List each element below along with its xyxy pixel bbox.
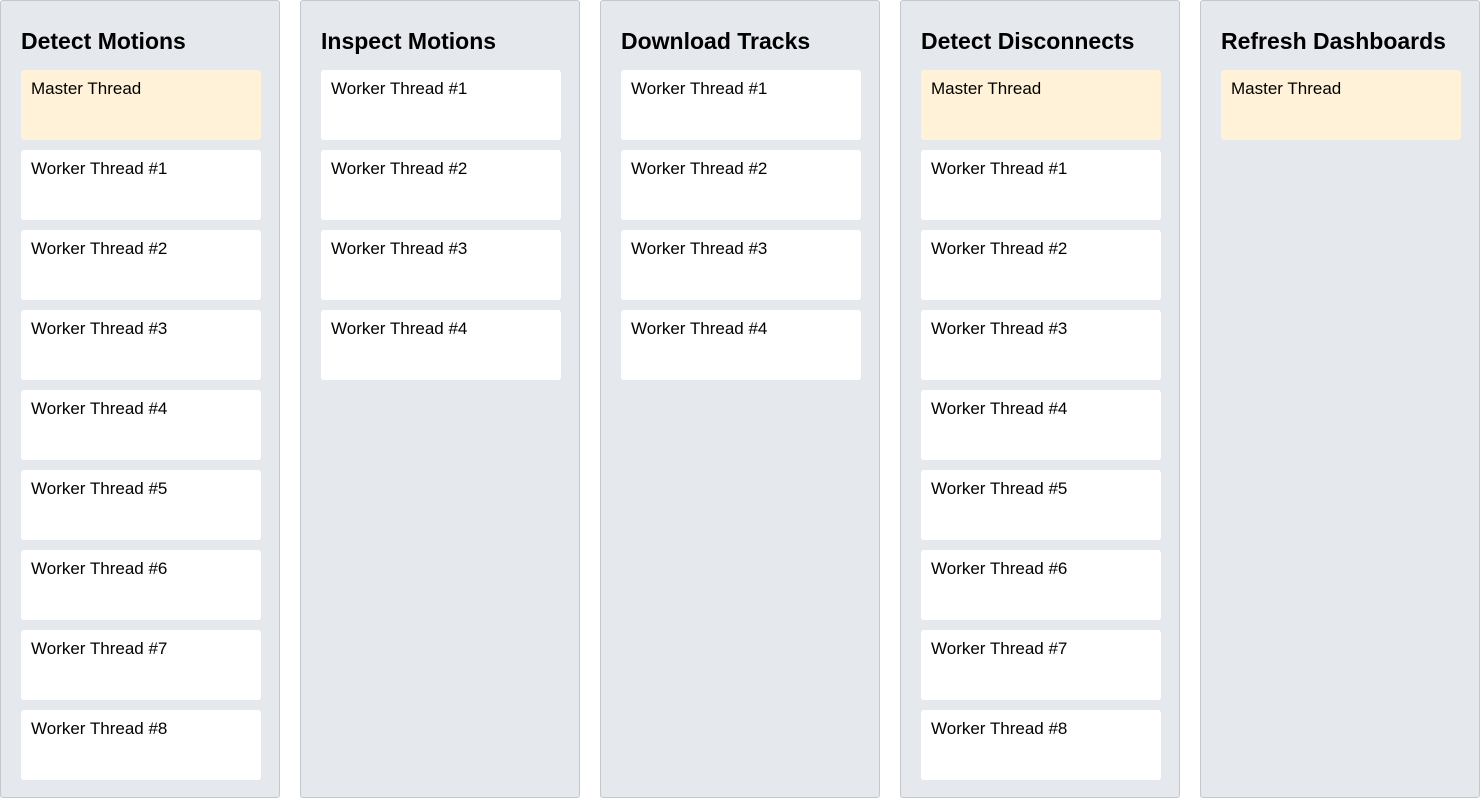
column-detect-disconnects: Detect Disconnects Master Thread Worker Th… — [900, 0, 1180, 798]
column-refresh-dashboards: Refresh Dashboards Master Thread — [1200, 0, 1480, 798]
card-label: Worker Thread #6 — [931, 559, 1068, 578]
card-label: Worker Thread #1 — [931, 159, 1068, 178]
card-label: Worker Thread #8 — [931, 719, 1068, 738]
worker-thread-card[interactable]: Worker Thread #2 — [921, 230, 1161, 300]
card-label: Worker Thread #7 — [31, 639, 168, 658]
worker-thread-card[interactable]: Worker Thread #3 — [321, 230, 561, 300]
column-title: Detect Disconnects — [921, 28, 1135, 54]
card-label: Worker Thread #4 — [31, 399, 168, 418]
column-download-tracks: Download Tracks Worker Thread #1 Worker Th… — [600, 0, 880, 798]
column-title: Download Tracks — [621, 28, 811, 54]
card-label: Worker Thread #2 — [331, 159, 468, 178]
worker-thread-card[interactable]: Worker Thread #2 — [321, 150, 561, 220]
worker-thread-card[interactable]: Worker Thread #7 — [21, 630, 261, 700]
card-label: Master Thread — [931, 79, 1042, 98]
worker-thread-card[interactable]: Worker Thread #4 — [921, 390, 1161, 460]
worker-thread-card[interactable]: Worker Thread #1 — [321, 70, 561, 140]
worker-thread-card[interactable]: Worker Thread #3 — [21, 310, 261, 380]
card-label: Worker Thread #8 — [31, 719, 168, 738]
worker-thread-card[interactable]: Worker Thread #2 — [621, 150, 861, 220]
master-thread-card[interactable]: Master Thread — [21, 70, 261, 140]
thread-board: Detect Motions Master Thread Worker Thread… — [0, 0, 1481, 800]
card-label: Worker Thread #5 — [931, 479, 1068, 498]
column-detect-motions: Detect Motions Master Thread Worker Thread… — [0, 0, 280, 798]
worker-thread-card[interactable]: Worker Thread #4 — [21, 390, 261, 460]
card-label: Worker Thread #2 — [931, 239, 1068, 258]
worker-thread-card[interactable]: Worker Thread #5 — [21, 470, 261, 540]
worker-thread-card[interactable]: Worker Thread #5 — [921, 470, 1161, 540]
master-thread-card[interactable]: Master Thread — [1221, 70, 1461, 140]
card-label: Worker Thread #1 — [31, 159, 168, 178]
column-title: Inspect Motions — [321, 28, 497, 54]
card-label: Worker Thread #3 — [331, 239, 468, 258]
card-label: Worker Thread #4 — [331, 319, 468, 338]
worker-thread-card[interactable]: Worker Thread #1 — [921, 150, 1161, 220]
worker-thread-card[interactable]: Worker Thread #2 — [21, 230, 261, 300]
worker-thread-card[interactable]: Worker Thread #4 — [321, 310, 561, 380]
card-label: Worker Thread #3 — [31, 319, 168, 338]
worker-thread-card[interactable]: Worker Thread #4 — [621, 310, 861, 380]
worker-thread-card[interactable]: Worker Thread #7 — [921, 630, 1161, 700]
card-label: Worker Thread #3 — [931, 319, 1068, 338]
card-label: Worker Thread #2 — [31, 239, 168, 258]
card-label: Worker Thread #5 — [31, 479, 168, 498]
card-label: Worker Thread #6 — [31, 559, 168, 578]
card-label: Worker Thread #1 — [331, 79, 468, 98]
worker-thread-card[interactable]: Worker Thread #1 — [21, 150, 261, 220]
master-thread-card[interactable]: Master Thread — [921, 70, 1161, 140]
column-inspect-motions: Inspect Motions Worker Thread #1 Worker Th… — [300, 0, 580, 798]
card-label: Master Thread — [31, 79, 142, 98]
worker-thread-card[interactable]: Worker Thread #6 — [921, 550, 1161, 620]
worker-thread-card[interactable]: Worker Thread #6 — [21, 550, 261, 620]
column-title: Detect Motions — [21, 28, 186, 54]
card-label: Worker Thread #3 — [631, 239, 768, 258]
card-label: Master Thread — [1231, 79, 1342, 98]
worker-thread-card[interactable]: Worker Thread #3 — [621, 230, 861, 300]
worker-thread-card[interactable]: Worker Thread #1 — [621, 70, 861, 140]
card-label: Worker Thread #2 — [631, 159, 768, 178]
card-label: Worker Thread #1 — [631, 79, 768, 98]
worker-thread-card[interactable]: Worker Thread #3 — [921, 310, 1161, 380]
card-label: Worker Thread #7 — [931, 639, 1068, 658]
card-label: Worker Thread #4 — [631, 319, 768, 338]
card-label: Worker Thread #4 — [931, 399, 1068, 418]
column-title: Refresh Dashboards — [1221, 28, 1446, 54]
worker-thread-card[interactable]: Worker Thread #8 — [921, 710, 1161, 780]
worker-thread-card[interactable]: Worker Thread #8 — [21, 710, 261, 780]
